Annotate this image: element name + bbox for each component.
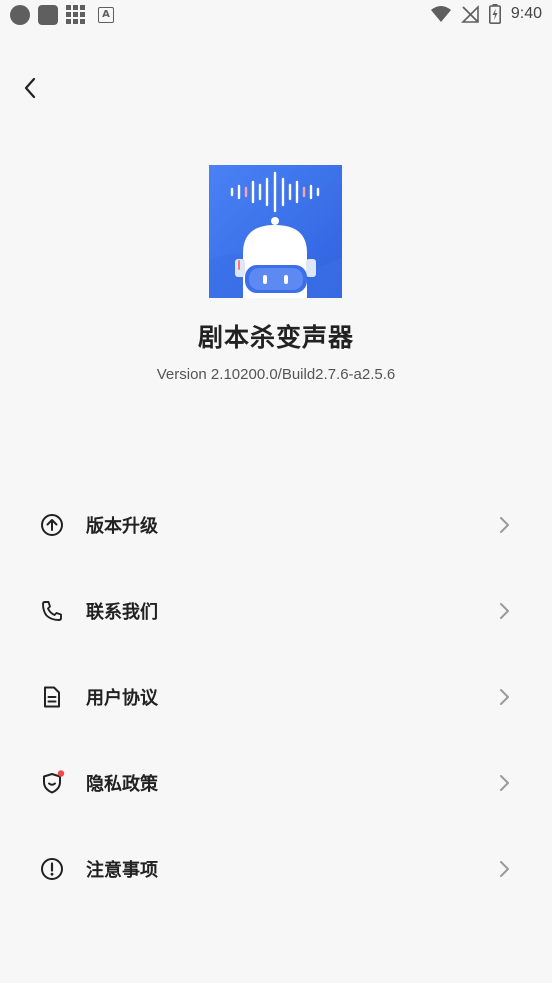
- menu-item-label: 注意事项: [86, 860, 158, 881]
- menu-item-privacy-policy[interactable]: 隐私政策: [0, 740, 552, 826]
- battery-charging-icon: [488, 4, 501, 24]
- chevron-right-icon: [500, 517, 509, 533]
- app-version: Version 2.10200.0/Build2.7.6-a2.5.6: [156, 366, 396, 383]
- chevron-right-icon: [500, 861, 509, 877]
- a-notification-icon: A: [98, 7, 114, 23]
- upgrade-icon: [41, 514, 63, 536]
- menu-item-label: 用户协议: [86, 688, 158, 709]
- back-button[interactable]: [14, 72, 46, 104]
- app-name: 剧本杀变声器: [197, 323, 354, 352]
- phone-icon: [42, 601, 62, 621]
- chevron-right-icon: [500, 775, 509, 791]
- status-time: 9:40: [510, 5, 542, 22]
- menu-item-contact[interactable]: 联系我们: [0, 568, 552, 654]
- status-bar-right: 9:40: [430, 4, 542, 24]
- grid-notification-icon: [66, 5, 86, 25]
- status-bar-left: A: [10, 5, 114, 25]
- chevron-left-icon: [24, 77, 36, 99]
- warning-icon: [41, 858, 63, 880]
- shield-icon: [43, 770, 65, 794]
- status-bar: A 9:40: [0, 0, 552, 30]
- menu-item-upgrade[interactable]: 版本升级: [0, 482, 552, 568]
- chevron-right-icon: [500, 689, 509, 705]
- no-signal-icon: [460, 5, 479, 23]
- menu-item-notice[interactable]: 注意事项: [0, 826, 552, 912]
- menu-item-user-agreement[interactable]: 用户协议: [0, 654, 552, 740]
- document-icon: [44, 686, 60, 708]
- chevron-right-icon: [500, 603, 509, 619]
- app-logo: [209, 165, 342, 298]
- settings-menu: 版本升级 联系我们 用户协议 隐私政策 注意事项: [0, 482, 552, 912]
- menu-item-label: 版本升级: [86, 516, 158, 537]
- menu-item-label: 隐私政策: [86, 774, 158, 795]
- square-notification-icon: [38, 5, 58, 25]
- circle-notification-icon: [10, 5, 30, 25]
- robot-mascot-icon: [209, 165, 342, 298]
- wifi-icon: [430, 6, 451, 22]
- menu-item-label: 联系我们: [86, 602, 158, 623]
